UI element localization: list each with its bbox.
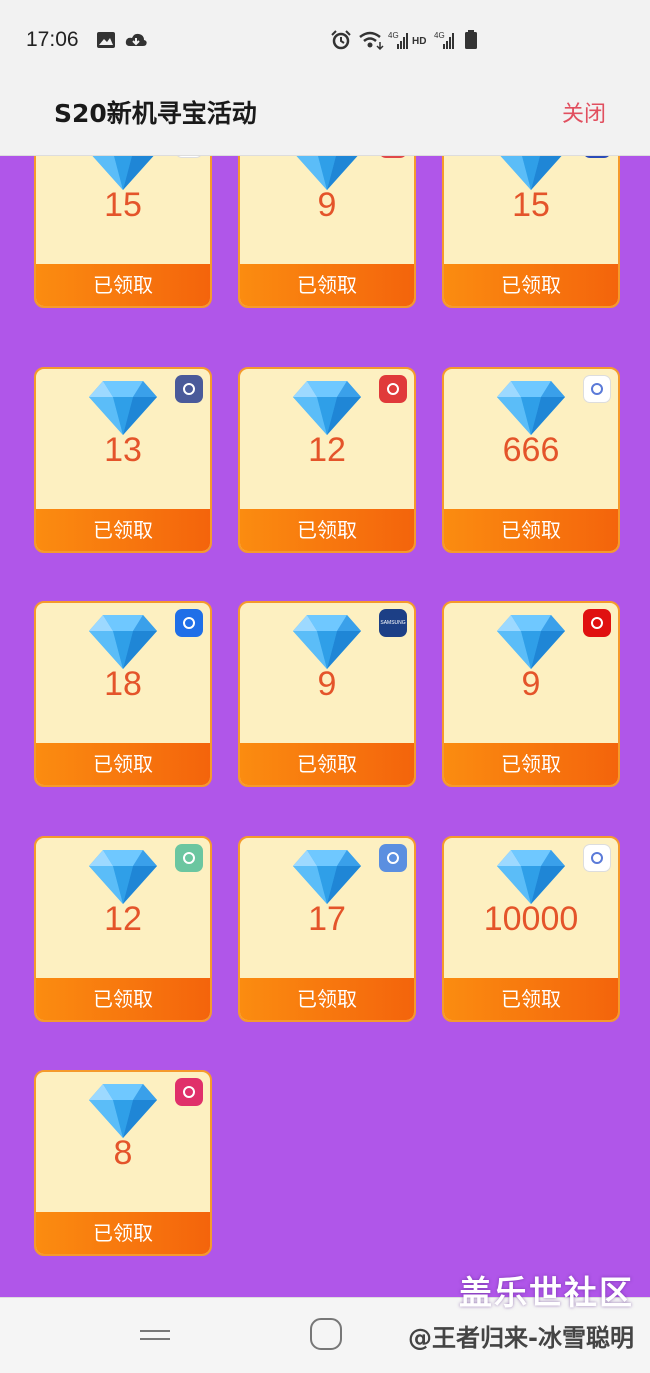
- reward-value: 12: [308, 431, 346, 469]
- diamond-icon: [89, 850, 157, 904]
- reward-card[interactable]: 9 已领取: [238, 156, 416, 308]
- claimed-status: 已领取: [240, 264, 414, 306]
- reward-card[interactable]: 666 已领取: [442, 367, 620, 553]
- internet-icon: [583, 844, 611, 872]
- claimed-status: 已领取: [36, 743, 210, 785]
- health-icon: [175, 844, 203, 872]
- svg-text:4G: 4G: [388, 31, 399, 40]
- reward-card[interactable]: 18 已领取: [34, 601, 212, 787]
- signal-4g-icon: 4G: [388, 31, 408, 49]
- reward-value: 8: [113, 1134, 133, 1172]
- home-button[interactable]: [310, 1318, 342, 1350]
- wifi-icon: [359, 31, 384, 50]
- samsung-pay-icon: [583, 156, 611, 158]
- diamond-icon: [500, 156, 562, 190]
- reward-value: 12: [104, 900, 142, 938]
- battery-icon: [465, 30, 477, 49]
- reward-card[interactable]: 9 已领取: [442, 601, 620, 787]
- reward-value: 9: [317, 186, 337, 224]
- diamond-icon: [497, 850, 565, 904]
- reward-card[interactable]: 12 已领取: [34, 836, 212, 1022]
- reward-card[interactable]: 13 已领取: [34, 367, 212, 553]
- smartthings-icon: [583, 375, 611, 403]
- diamond-icon: [89, 1084, 157, 1138]
- diamond-icon: [89, 615, 157, 669]
- samsung-members-icon: [175, 609, 203, 637]
- diamond-icon: [497, 615, 565, 669]
- diamond-icon: [293, 615, 361, 669]
- red-app-icon: [379, 156, 407, 158]
- image-icon: [97, 32, 115, 48]
- signal-4g-icon-2: 4G: [434, 31, 454, 49]
- reward-card[interactable]: SAMSUNG 9 已领取: [238, 601, 416, 787]
- diamond-icon: [293, 381, 361, 435]
- reward-grid-area[interactable]: 15 已领取 9 已领取 15 已领取 13 已领取 12 已领取 666 已领取 18 已领取 SAMSU…: [0, 156, 650, 1297]
- reward-value: 15: [512, 186, 550, 224]
- reward-card[interactable]: 17 已领取: [238, 836, 416, 1022]
- status-time: 17:06: [26, 28, 79, 51]
- reward-value: 9: [317, 665, 337, 703]
- browser-icon: [175, 156, 203, 158]
- reward-value: 10000: [483, 900, 579, 938]
- cloud-icon: [125, 33, 147, 46]
- samsung-store-icon: SAMSUNG: [379, 609, 407, 637]
- reward-value: 17: [308, 900, 346, 938]
- galaxy-store-icon: [175, 1078, 203, 1106]
- claimed-status: 已领取: [36, 264, 210, 306]
- claimed-status: 已领取: [240, 509, 414, 551]
- bixby-icon: [175, 375, 203, 403]
- hd-icon: HD: [412, 36, 426, 47]
- reward-value: 666: [502, 431, 560, 469]
- diamond-icon: [92, 156, 154, 190]
- claimed-status: 已领取: [36, 978, 210, 1020]
- diamond-icon: [296, 156, 358, 190]
- diamond-icon: [293, 850, 361, 904]
- claimed-status: 已领取: [444, 264, 618, 306]
- book-icon: [379, 375, 407, 403]
- claimed-status: 已领取: [444, 978, 618, 1020]
- diamond-icon: [497, 381, 565, 435]
- page-header: S20新机寻宝活动 关闭: [0, 80, 650, 156]
- smart-switch-icon: [379, 844, 407, 872]
- watermark-site: 盖乐世社区: [459, 1273, 634, 1312]
- reward-card[interactable]: 15 已领取: [442, 156, 620, 308]
- reward-card[interactable]: 15 已领取: [34, 156, 212, 308]
- reward-value: 15: [104, 186, 142, 224]
- claimed-status: 已领取: [240, 978, 414, 1020]
- diamond-icon: [89, 381, 157, 435]
- alarm-icon: [331, 30, 351, 50]
- claimed-status: 已领取: [240, 743, 414, 785]
- claimed-status: 已领取: [36, 509, 210, 551]
- svg-text:HD: HD: [412, 36, 426, 47]
- recent-apps-icon[interactable]: [138, 1328, 172, 1342]
- claimed-status: 已领取: [444, 509, 618, 551]
- headphones-icon: [583, 609, 611, 637]
- watermark-author: @王者归来-冰雪聪明: [408, 1324, 634, 1352]
- status-bar: 17:06 4G HD 4G: [0, 0, 650, 80]
- badge-text: SAMSUNG: [380, 620, 406, 626]
- close-button[interactable]: 关闭: [562, 96, 606, 128]
- reward-card[interactable]: 8 已领取: [34, 1070, 212, 1256]
- claimed-status: 已领取: [36, 1212, 210, 1254]
- reward-value: 18: [104, 665, 142, 703]
- page-title: S20新机寻宝活动: [54, 99, 257, 128]
- reward-value: 9: [521, 665, 541, 703]
- reward-value: 13: [104, 431, 142, 469]
- reward-card[interactable]: 12 已领取: [238, 367, 416, 553]
- reward-card[interactable]: 10000 已领取: [442, 836, 620, 1022]
- claimed-status: 已领取: [444, 743, 618, 785]
- svg-text:4G: 4G: [434, 31, 445, 40]
